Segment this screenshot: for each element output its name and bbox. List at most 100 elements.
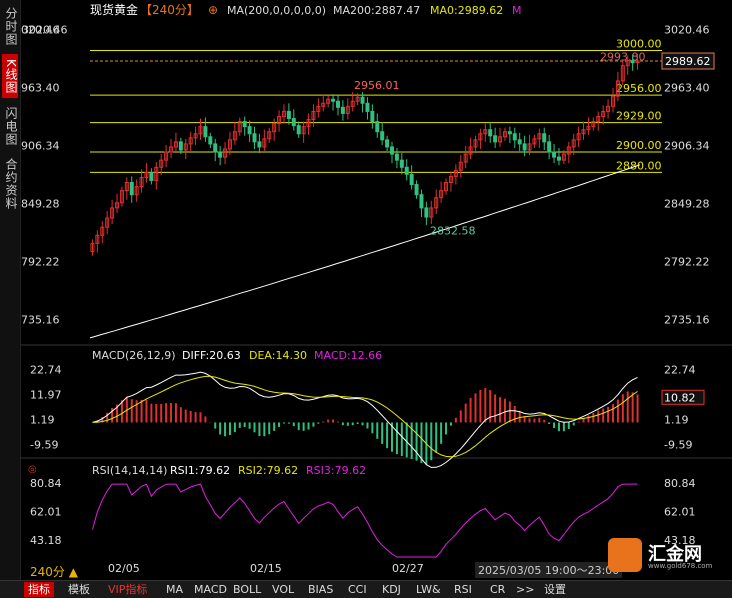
candle-body bbox=[556, 156, 561, 161]
level-label: 2900.00 bbox=[616, 139, 662, 152]
kline-chart[interactable]: 现货黄金 【240分】 ⊕ MA(200,0,0,0,0,0) MA200:2887.4… bbox=[20, 0, 732, 580]
toolbar-button-0[interactable]: 指标 bbox=[24, 582, 54, 597]
toolbar-button-5[interactable]: BOLL bbox=[229, 582, 265, 597]
candle-body bbox=[507, 131, 512, 135]
macd-title: MACD(26,12,9) bbox=[92, 349, 176, 362]
macd-dea: DEA:14.30 bbox=[249, 349, 307, 362]
high-annotation: 2956.01 bbox=[354, 79, 400, 92]
toolbar-button-6[interactable]: VOL bbox=[268, 582, 298, 597]
macd-current-label: 10.82 bbox=[664, 391, 696, 404]
candle-body bbox=[149, 171, 154, 181]
macd-left-axis-label: 1.19 bbox=[30, 414, 55, 427]
left-axis-label: 3020.46 bbox=[20, 24, 60, 37]
candle-body bbox=[247, 126, 252, 135]
logo-icon bbox=[608, 538, 642, 572]
macd-left-axis-label: 22.74 bbox=[30, 364, 62, 377]
candle-body bbox=[493, 135, 498, 143]
logo: 汇金网 www.gold678.com bbox=[608, 538, 728, 574]
candle-body bbox=[390, 146, 395, 155]
toolbar-button-13[interactable]: >> bbox=[512, 582, 538, 597]
left-axis-label: 2735.16 bbox=[20, 313, 60, 326]
candle-body bbox=[375, 121, 380, 133]
candle-body bbox=[203, 126, 208, 138]
left-axis-label: 2849.28 bbox=[20, 198, 60, 211]
rsi-1: RSI1:79.62 bbox=[170, 464, 230, 477]
price-axis-label: 3020.46 bbox=[664, 24, 710, 37]
candle-body bbox=[380, 131, 385, 141]
header-ma: MA(200,0,0,0,0,0) bbox=[227, 4, 326, 17]
candle-body bbox=[488, 129, 493, 137]
candle-body bbox=[399, 159, 404, 168]
left-axis-label: 2792.22 bbox=[20, 255, 60, 268]
ma200-line bbox=[89, 164, 641, 339]
toolbar-button-4[interactable]: MACD bbox=[190, 582, 231, 597]
candle-body bbox=[208, 136, 213, 145]
candle-body bbox=[512, 133, 517, 141]
macd-axis-label: 22.74 bbox=[664, 364, 696, 377]
candle-body bbox=[542, 133, 547, 143]
candle-body bbox=[360, 96, 365, 104]
candle-body bbox=[404, 166, 409, 175]
tab-kline[interactable]: K线图 bbox=[2, 54, 18, 98]
tab-contract[interactable]: 合约资料 bbox=[2, 154, 18, 214]
time-range: 2025/03/05 19:00～23:00 bbox=[475, 562, 623, 578]
candle-body bbox=[419, 194, 424, 209]
left-tab-bar: 分时图 K线图 闪电图 合约资料 bbox=[0, 0, 21, 580]
toolbar-button-3[interactable]: MA bbox=[162, 582, 187, 597]
toolbar-button-1[interactable]: 模板 bbox=[64, 582, 94, 597]
toolbar-button-11[interactable]: RSI bbox=[450, 582, 476, 597]
candle-body bbox=[409, 173, 414, 186]
macd-left-axis-label: 11.97 bbox=[30, 389, 62, 402]
date-label: 02/05 bbox=[108, 562, 140, 575]
rsi-left-axis-label: 62.01 bbox=[30, 505, 62, 518]
candle-body bbox=[630, 60, 635, 64]
tab-flash[interactable]: 闪电图 bbox=[2, 104, 18, 148]
candle-body bbox=[370, 110, 375, 123]
candle-body bbox=[394, 153, 399, 161]
header-ma200: MA200:2887.47 bbox=[333, 4, 420, 17]
macd-dea-line bbox=[92, 375, 638, 458]
candle-body bbox=[257, 141, 262, 148]
rsi-axis-label: 80.84 bbox=[664, 477, 696, 490]
low-annotation: 2832.58 bbox=[430, 225, 476, 238]
candle-body bbox=[517, 139, 522, 145]
rsi-left-axis-label: 80.84 bbox=[30, 477, 62, 490]
candle-body bbox=[331, 98, 336, 102]
toolbar-button-14[interactable]: 设置 bbox=[540, 582, 570, 597]
rsi-2: RSI2:79.62 bbox=[238, 464, 298, 477]
price-axis-label: 2906.34 bbox=[664, 140, 710, 153]
period-selector[interactable]: 240分 ▲ bbox=[30, 563, 78, 580]
macd-value: MACD:12.66 bbox=[314, 349, 382, 362]
candle-body bbox=[522, 143, 527, 151]
left-axis-label: 2963.40 bbox=[20, 82, 60, 95]
toolbar-button-8[interactable]: CCI bbox=[344, 582, 371, 597]
candle-body bbox=[242, 121, 247, 128]
rsi-3: RSI3:79.62 bbox=[306, 464, 366, 477]
candle-body bbox=[213, 143, 218, 153]
level-label: 2929.00 bbox=[616, 110, 662, 123]
price-axis-label: 2735.16 bbox=[664, 313, 710, 326]
price-axis-label: 2963.40 bbox=[664, 82, 710, 95]
candle-body bbox=[286, 110, 291, 120]
header-ma0: MA0:2989.62 bbox=[430, 4, 503, 17]
header-mark: M bbox=[512, 4, 522, 17]
rsi-left-axis-label: 43.18 bbox=[30, 534, 62, 547]
toolbar-button-12[interactable]: CR bbox=[486, 582, 509, 597]
header-target-icon: ⊕ bbox=[208, 3, 218, 17]
header-period: 【240分】 bbox=[140, 3, 199, 17]
date-label: 02/27 bbox=[392, 562, 424, 575]
tab-timeshare[interactable]: 分时图 bbox=[2, 4, 18, 48]
macd-diff: DIFF:20.63 bbox=[182, 349, 241, 362]
candle-body bbox=[252, 133, 257, 143]
date-label: 02/15 bbox=[250, 562, 282, 575]
toolbar-button-2[interactable]: VIP指标 bbox=[104, 582, 151, 597]
toolbar-button-10[interactable]: LW& bbox=[412, 582, 445, 597]
macd-axis-label: -9.59 bbox=[664, 439, 692, 452]
bottom-toolbar: 指标 模板 VIP指标 MA MACD BOLL VOL BIAS CCI KDJ LW& RSI CR… bbox=[0, 580, 732, 598]
rsi-target-icon: ◎ bbox=[28, 464, 37, 475]
toolbar-button-9[interactable]: KDJ bbox=[378, 582, 405, 597]
macd-axis-label: 1.19 bbox=[664, 414, 689, 427]
candle-body bbox=[547, 141, 552, 153]
toolbar-button-7[interactable]: BIAS bbox=[304, 582, 337, 597]
price-axis-label: 2792.22 bbox=[664, 255, 710, 268]
